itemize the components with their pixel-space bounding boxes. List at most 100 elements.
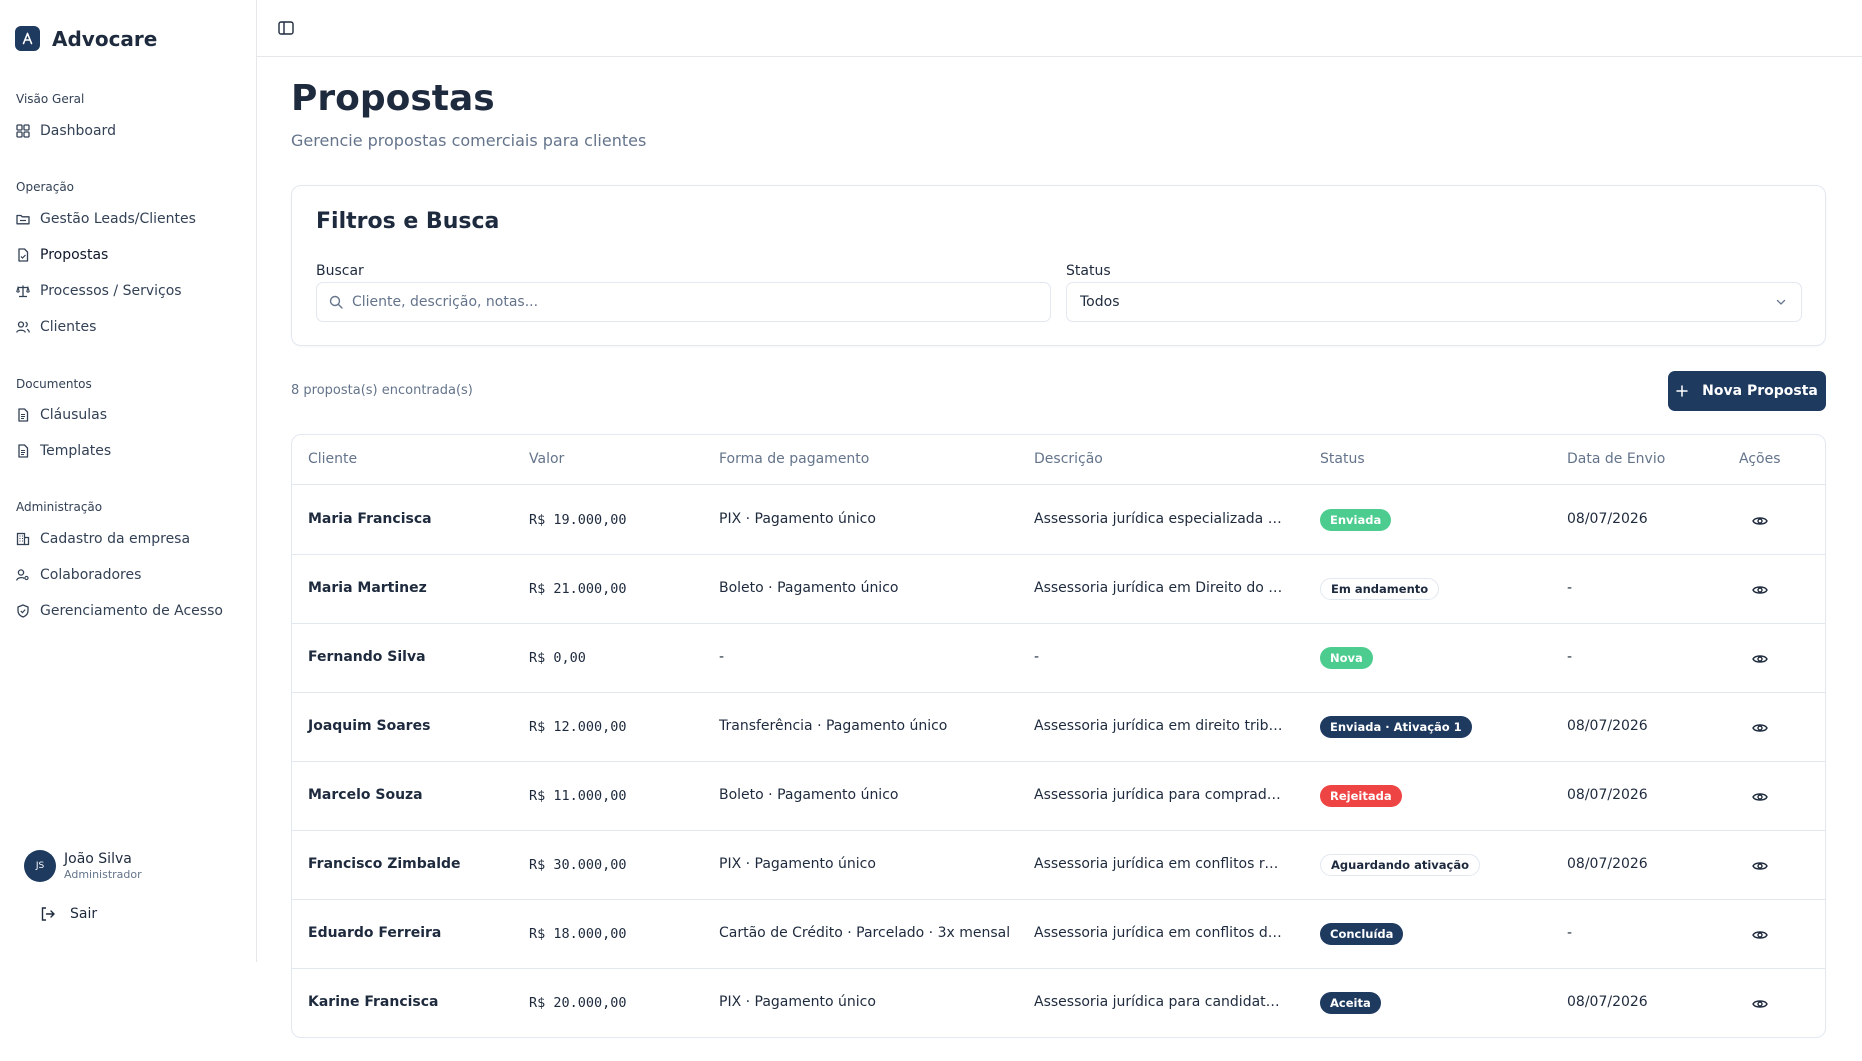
nav-section-administracao: Administração xyxy=(16,500,103,514)
cell-cliente: Karine Francisca xyxy=(308,994,439,1010)
column-header-status[interactable]: Status xyxy=(1320,451,1365,467)
view-eye-icon[interactable] xyxy=(1752,651,1768,667)
filters-title: Filtros e Busca xyxy=(316,209,500,234)
view-eye-icon[interactable] xyxy=(1752,858,1768,874)
sidebar-item-gestao-leads[interactable]: Gestão Leads/Clientes xyxy=(16,208,196,230)
brand[interactable]: Advocare xyxy=(15,26,157,51)
user-key-icon xyxy=(16,569,29,581)
cell-data-envio: - xyxy=(1567,649,1573,665)
table-row[interactable]: Fernando Silva R$ 0,00 - - Nova - xyxy=(292,624,1825,693)
cell-cliente: Fernando Silva xyxy=(308,649,426,665)
view-eye-icon[interactable] xyxy=(1752,513,1768,529)
avatar: JS xyxy=(24,850,56,882)
table-row[interactable]: Karine Francisca R$ 20.000,00 PIX · Pagame… xyxy=(292,969,1825,1037)
page-title: Propostas xyxy=(291,78,495,119)
new-proposal-button[interactable]: Nova Proposta xyxy=(1668,371,1826,411)
sidebar-item-processos[interactable]: Processos / Serviços xyxy=(16,280,182,302)
scale-icon xyxy=(16,285,30,298)
cell-forma-pagamento: Boleto · Pagamento único xyxy=(719,787,899,803)
table-row[interactable]: Maria Francisca R$ 19.000,00 PIX · Pagamen… xyxy=(292,486,1825,555)
cell-cliente: Marcelo Souza xyxy=(308,787,423,803)
cell-forma-pagamento: Cartão de Crédito · Parcelado · 3x mensa… xyxy=(719,925,1011,941)
status-select[interactable]: Todos xyxy=(1066,282,1802,322)
cell-forma-pagamento: Transferência · Pagamento único xyxy=(719,718,948,734)
status-badge: Enviada · Ativação 1 xyxy=(1320,716,1472,738)
sidebar-item-clientes[interactable]: Clientes xyxy=(16,316,96,338)
sidebar-item-label: Dashboard xyxy=(40,123,116,139)
sidebar-item-cadastro-empresa[interactable]: Cadastro da empresa xyxy=(16,528,190,550)
sidebar-item-colaboradores[interactable]: Colaboradores xyxy=(16,564,141,586)
table-row[interactable]: Joaquim Soares R$ 12.000,00 Transferência … xyxy=(292,693,1825,762)
view-eye-icon[interactable] xyxy=(1752,927,1768,943)
sidebar-item-label: Colaboradores xyxy=(40,567,142,583)
nav-section-documentos: Documentos xyxy=(16,377,92,391)
sidebar-item-label: Gestão Leads/Clientes xyxy=(40,211,196,227)
nav-section-operacao: Operação xyxy=(16,180,75,194)
cell-valor: R$ 12.000,00 xyxy=(529,719,627,735)
nav-section-visao-geral: Visão Geral xyxy=(16,92,85,106)
column-header-descricao[interactable]: Descrição xyxy=(1034,451,1103,467)
cell-descricao: - xyxy=(1034,649,1040,665)
sidebar-item-propostas[interactable]: Propostas xyxy=(16,244,108,266)
view-eye-icon[interactable] xyxy=(1752,582,1768,598)
cell-data-envio: 08/07/2026 xyxy=(1567,856,1648,872)
logout-button[interactable]: Sair xyxy=(40,906,97,922)
search-field[interactable] xyxy=(316,282,1051,322)
file-icon xyxy=(18,248,29,262)
users-icon xyxy=(16,321,30,333)
cell-descricao: Assessoria jurídica especializada em c..… xyxy=(1034,511,1286,527)
column-header-acoes: Ações xyxy=(1739,451,1781,467)
topbar xyxy=(257,0,1862,57)
cell-data-envio: - xyxy=(1567,580,1573,596)
table-row[interactable]: Francisco Zimbalde R$ 30.000,00 PIX · Paga… xyxy=(292,831,1825,900)
status-badge: Concluída xyxy=(1320,923,1404,945)
logout-icon xyxy=(41,907,55,921)
sidebar-item-templates[interactable]: Templates xyxy=(16,440,111,462)
search-input[interactable] xyxy=(352,294,1032,310)
view-eye-icon[interactable] xyxy=(1752,996,1768,1012)
cell-data-envio: 08/07/2026 xyxy=(1567,787,1648,803)
cell-descricao: Assessoria jurídica para compradores ... xyxy=(1034,787,1286,803)
status-select-value: Todos xyxy=(1080,294,1120,310)
cell-data-envio: - xyxy=(1567,925,1573,941)
shield-icon xyxy=(17,604,29,618)
table-row[interactable]: Eduardo Ferreira R$ 18.000,00 Cartão de Cr… xyxy=(292,900,1825,969)
brand-logo-icon xyxy=(15,26,40,51)
column-header-cliente[interactable]: Cliente xyxy=(308,451,357,467)
document-icon xyxy=(18,408,29,422)
sidebar-item-dashboard[interactable]: Dashboard xyxy=(16,120,116,142)
column-header-forma-pagamento[interactable]: Forma de pagamento xyxy=(719,451,869,467)
column-header-valor[interactable]: Valor xyxy=(529,451,564,467)
document-icon xyxy=(18,444,29,458)
table-row[interactable]: Marcelo Souza R$ 11.000,00 Boleto · Pagame… xyxy=(292,762,1825,831)
chevron-down-icon xyxy=(1776,299,1786,305)
cell-valor: R$ 0,00 xyxy=(529,650,586,666)
table-header: Cliente Valor Forma de pagamento Descriç… xyxy=(292,435,1825,485)
sidebar-item-label: Templates xyxy=(40,443,112,459)
status-badge: Rejeitada xyxy=(1320,785,1402,807)
logout-label: Sair xyxy=(70,906,98,922)
cell-forma-pagamento: Boleto · Pagamento único xyxy=(719,580,899,596)
cell-descricao: Assessoria jurídica em conflitos relaci.… xyxy=(1034,856,1286,872)
status-badge: Aceita xyxy=(1320,992,1381,1014)
cell-forma-pagamento: PIX · Pagamento único xyxy=(719,856,876,872)
table-row[interactable]: Maria Martinez R$ 21.000,00 Boleto · Pagam… xyxy=(292,555,1825,624)
user-profile[interactable]: JS João Silva Administrador xyxy=(24,850,142,882)
grid-icon xyxy=(16,124,30,138)
sidebar-item-clausulas[interactable]: Cláusulas xyxy=(16,404,107,426)
brand-name: Advocare xyxy=(52,26,158,51)
view-eye-icon[interactable] xyxy=(1752,720,1768,736)
user-role: Administrador xyxy=(64,867,142,881)
sidebar-item-label: Clientes xyxy=(40,319,97,335)
column-header-data-envio[interactable]: Data de Envio xyxy=(1567,451,1665,467)
results-count: 8 proposta(s) encontrada(s) xyxy=(291,383,473,398)
page-subtitle: Gerencie propostas comerciais para clien… xyxy=(291,131,647,150)
cell-forma-pagamento: - xyxy=(719,649,725,665)
view-eye-icon[interactable] xyxy=(1752,789,1768,805)
sidebar-toggle-icon[interactable] xyxy=(277,19,295,37)
cell-cliente: Eduardo Ferreira xyxy=(308,925,442,941)
sidebar-item-gerenciamento-acesso[interactable]: Gerenciamento de Acesso xyxy=(16,600,223,622)
cell-valor: R$ 19.000,00 xyxy=(529,512,627,528)
cell-cliente: Maria Martinez xyxy=(308,580,427,596)
sidebar: Advocare Visão Geral Dashboard Operação … xyxy=(0,0,257,962)
